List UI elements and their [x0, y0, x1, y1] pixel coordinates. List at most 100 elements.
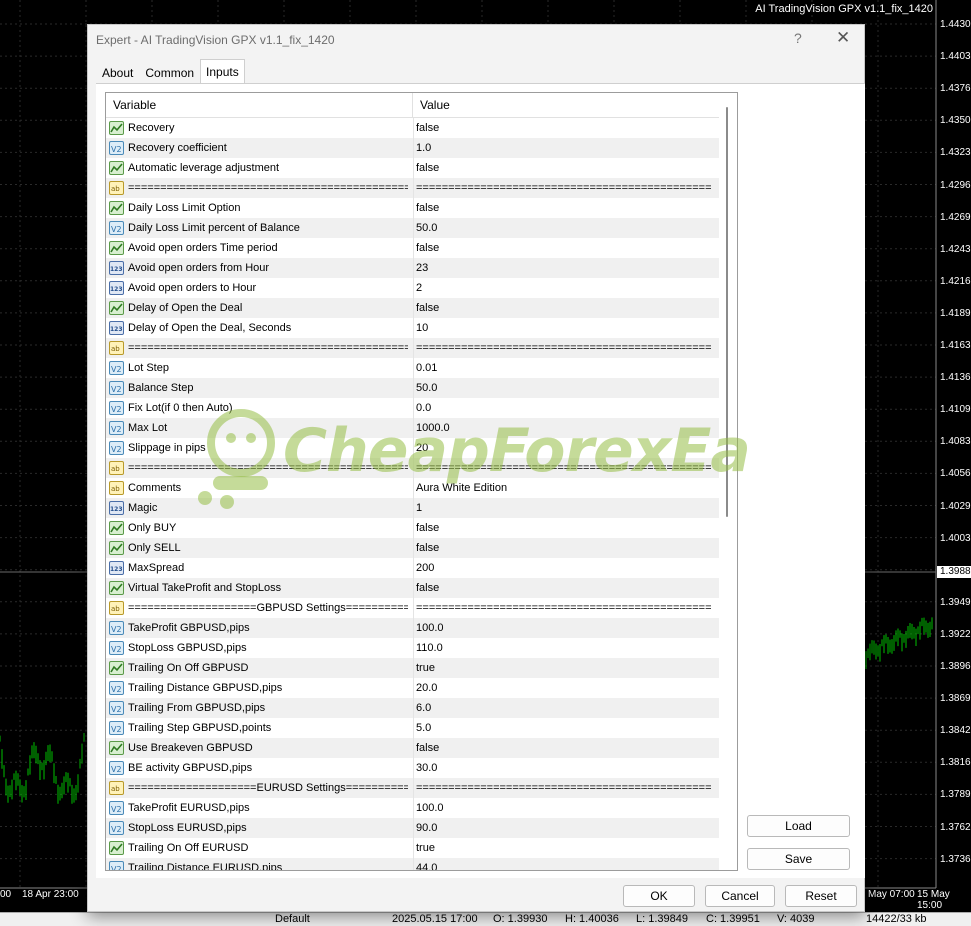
table-row[interactable]: V2 BE activity GBPUSD,pips 30.0 — [106, 758, 719, 778]
table-row[interactable]: 123 Magic 1 — [106, 498, 719, 518]
column-header-variable[interactable]: Variable — [106, 93, 413, 117]
param-value[interactable]: 23 — [416, 258, 712, 278]
param-value[interactable]: false — [416, 518, 712, 538]
scrollbar-thumb[interactable] — [726, 107, 728, 517]
cancel-button[interactable]: Cancel — [705, 885, 775, 907]
table-row[interactable]: ab ======================================… — [106, 458, 719, 478]
tab-about[interactable]: About — [96, 61, 139, 83]
table-row[interactable]: V2 StopLoss EURUSD,pips 90.0 — [106, 818, 719, 838]
reset-button[interactable]: Reset — [785, 885, 857, 907]
table-row[interactable]: Daily Loss Limit Option false — [106, 198, 719, 218]
param-value[interactable]: false — [416, 238, 712, 258]
table-row[interactable]: V2 Max Lot 1000.0 — [106, 418, 719, 438]
param-value[interactable]: false — [416, 198, 712, 218]
table-row[interactable]: 123 Delay of Open the Deal, Seconds 10 — [106, 318, 719, 338]
svg-text:V2: V2 — [111, 765, 122, 774]
param-value[interactable]: 20 — [416, 438, 712, 458]
table-row[interactable]: ab ======================================… — [106, 178, 719, 198]
table-row[interactable]: V2 StopLoss GBPUSD,pips 110.0 — [106, 638, 719, 658]
param-value[interactable]: 0.01 — [416, 358, 712, 378]
param-value[interactable]: 100.0 — [416, 618, 712, 638]
param-value[interactable]: 10 — [416, 318, 712, 338]
param-value[interactable]: false — [416, 538, 712, 558]
table-row[interactable]: V2 Lot Step 0.01 — [106, 358, 719, 378]
ok-button[interactable]: OK — [623, 885, 695, 907]
table-row[interactable]: Delay of Open the Deal false — [106, 298, 719, 318]
table-row[interactable]: Recovery false — [106, 118, 719, 138]
vertical-scrollbar[interactable] — [724, 107, 730, 567]
status-datetime: 2025.05.15 17:00 — [392, 913, 478, 925]
help-icon[interactable]: ? — [794, 30, 802, 46]
param-value[interactable]: 1.0 — [416, 138, 712, 158]
param-value[interactable]: 50.0 — [416, 378, 712, 398]
table-row[interactable]: ab ====================GBPUSD Settings===… — [106, 598, 719, 618]
table-row[interactable]: Virtual TakeProfit and StopLoss false — [106, 578, 719, 598]
table-row[interactable]: Trailing On Off GBPUSD true — [106, 658, 719, 678]
table-row[interactable]: V2 Recovery coefficient 1.0 — [106, 138, 719, 158]
param-value[interactable]: Aura White Edition — [416, 478, 712, 498]
table-row[interactable]: ab Comments Aura White Edition — [106, 478, 719, 498]
table-row[interactable]: 123 Avoid open orders to Hour 2 — [106, 278, 719, 298]
param-value[interactable]: 50.0 — [416, 218, 712, 238]
param-value[interactable]: 200 — [416, 558, 712, 578]
param-value[interactable]: ========================================… — [416, 598, 712, 618]
table-row[interactable]: V2 TakeProfit GBPUSD,pips 100.0 — [106, 618, 719, 638]
param-value[interactable]: 1 — [416, 498, 712, 518]
table-row[interactable]: V2 Trailing Distance EURUSD,pips 44.0 — [106, 858, 719, 870]
param-value[interactable]: ========================================… — [416, 778, 712, 798]
table-row[interactable]: V2 Trailing From GBPUSD,pips 6.0 — [106, 698, 719, 718]
column-divider — [413, 438, 414, 458]
table-row[interactable]: V2 Balance Step 50.0 — [106, 378, 719, 398]
table-row[interactable]: 123 MaxSpread 200 — [106, 558, 719, 578]
table-row[interactable]: V2 TakeProfit EURUSD,pips 100.0 — [106, 798, 719, 818]
param-value[interactable]: true — [416, 838, 712, 858]
param-value[interactable]: 110.0 — [416, 638, 712, 658]
column-header-value[interactable]: Value — [413, 93, 719, 117]
param-value[interactable]: false — [416, 738, 712, 758]
param-value[interactable]: 100.0 — [416, 798, 712, 818]
param-value[interactable]: false — [416, 118, 712, 138]
param-name: Avoid open orders from Hour — [128, 262, 270, 274]
param-value[interactable]: 90.0 — [416, 818, 712, 838]
tab-common[interactable]: Common — [139, 61, 200, 83]
param-value[interactable]: false — [416, 158, 712, 178]
table-row[interactable]: Use Breakeven GBPUSD false — [106, 738, 719, 758]
table-row[interactable]: Avoid open orders Time period false — [106, 238, 719, 258]
tab-inputs[interactable]: Inputs — [200, 59, 245, 83]
param-value[interactable]: false — [416, 298, 712, 318]
price-tick-label: 1.38425 — [940, 725, 971, 737]
param-value[interactable]: ========================================… — [416, 338, 712, 358]
column-divider — [413, 778, 414, 798]
param-value[interactable]: 1000.0 — [416, 418, 712, 438]
svg-text:V2: V2 — [111, 805, 122, 814]
param-value[interactable]: ========================================… — [416, 458, 712, 478]
table-row[interactable]: Automatic leverage adjustment false — [106, 158, 719, 178]
column-divider — [413, 738, 414, 758]
double-param-icon: V2 — [109, 641, 124, 655]
table-row[interactable]: V2 Fix Lot(if 0 then Auto) 0.0 — [106, 398, 719, 418]
table-row[interactable]: V2 Daily Loss Limit percent of Balance 50.… — [106, 218, 719, 238]
param-value[interactable]: 5.0 — [416, 718, 712, 738]
table-row[interactable]: Only SELL false — [106, 538, 719, 558]
param-value[interactable]: false — [416, 578, 712, 598]
table-row[interactable]: ab ======================================… — [106, 338, 719, 358]
table-row[interactable]: V2 Slippage in pips 20 — [106, 438, 719, 458]
table-row[interactable]: Trailing On Off EURUSD true — [106, 838, 719, 858]
param-value[interactable]: 30.0 — [416, 758, 712, 778]
param-value[interactable]: 2 — [416, 278, 712, 298]
table-row[interactable]: ab ====================EURUSD Settings===… — [106, 778, 719, 798]
param-value[interactable]: 6.0 — [416, 698, 712, 718]
table-row[interactable]: Only BUY false — [106, 518, 719, 538]
save-button[interactable]: Save — [747, 848, 850, 870]
param-value[interactable]: 20.0 — [416, 678, 712, 698]
close-icon[interactable]: ✕ — [836, 28, 850, 48]
param-value[interactable]: 0.0 — [416, 398, 712, 418]
table-row[interactable]: 123 Avoid open orders from Hour 23 — [106, 258, 719, 278]
load-button[interactable]: Load — [747, 815, 850, 837]
table-row[interactable]: V2 Trailing Step GBPUSD,points 5.0 — [106, 718, 719, 738]
table-row[interactable]: V2 Trailing Distance GBPUSD,pips 20.0 — [106, 678, 719, 698]
param-name: Trailing Distance GBPUSD,pips — [128, 682, 283, 694]
param-value[interactable]: true — [416, 658, 712, 678]
param-value[interactable]: 44.0 — [416, 858, 712, 870]
param-value[interactable]: ========================================… — [416, 178, 712, 198]
